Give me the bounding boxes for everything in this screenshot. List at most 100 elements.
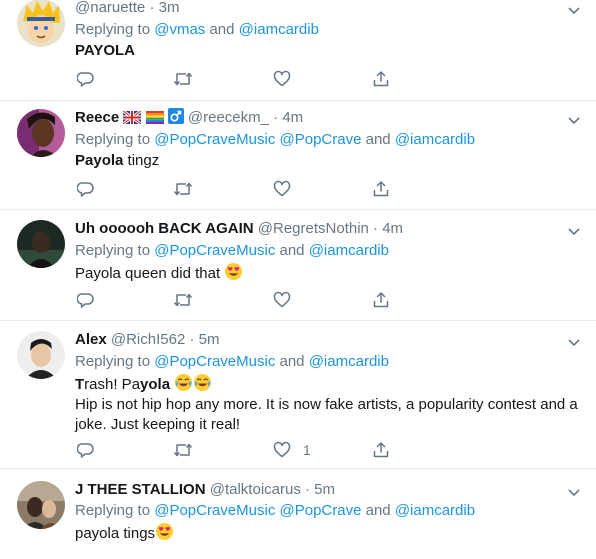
mention-joiner: and — [361, 502, 395, 519]
mention-joiner: and — [361, 131, 395, 148]
reply-button[interactable] — [77, 290, 95, 310]
chevron-down-icon[interactable] — [566, 223, 582, 239]
separator: · — [189, 331, 195, 348]
tweet-body-bold: yola — [140, 376, 171, 393]
separator: · — [149, 0, 155, 16]
handle[interactable]: @RichI562 — [111, 331, 185, 348]
display-name[interactable]: Alex — [75, 331, 107, 348]
chevron-down-icon[interactable] — [566, 2, 582, 18]
share-button[interactable] — [372, 440, 390, 460]
share-icon — [373, 181, 389, 197]
separator: · — [273, 109, 279, 126]
action-bar — [75, 69, 475, 89]
action-bar: 1 — [75, 440, 475, 460]
tweet-body-line1: Trash! Payola — [75, 373, 580, 395]
male-sign-icon — [167, 108, 184, 124]
reply-button[interactable] — [77, 69, 95, 89]
tweet[interactable]: Uh oooooh BACK AGAIN @RegretsNothin · 4m… — [0, 210, 596, 321]
mention-joiner: and — [275, 242, 309, 259]
reply-prefix: Replying to — [75, 21, 151, 38]
tweet[interactable]: Reece @reecekm_ · 4m Replying to @PopCra… — [0, 101, 596, 210]
like-icon — [273, 70, 291, 87]
replying-to: Replying to @PopCraveMusic @PopCrave and… — [75, 501, 475, 521]
handle[interactable]: @talktoicarus — [210, 481, 301, 498]
mention-link[interactable]: @PopCraveMusic — [154, 242, 275, 259]
timestamp[interactable]: 4m — [382, 220, 403, 237]
tweet-text: PAYOLA — [75, 41, 580, 61]
reply-button[interactable] — [77, 440, 95, 460]
avatar[interactable] — [17, 0, 65, 47]
mention-link[interactable]: @PopCrave — [280, 131, 362, 148]
handle[interactable]: @RegretsNothin — [258, 220, 369, 237]
handle[interactable]: @reecekm_ — [188, 109, 269, 126]
chevron-down-icon[interactable] — [566, 334, 582, 350]
timestamp[interactable]: 3m — [159, 0, 180, 16]
tweet-body-bold: T — [75, 376, 85, 393]
like-button[interactable]: 1 — [273, 440, 311, 460]
retweet-button[interactable] — [173, 69, 193, 89]
uk-flag-icon — [123, 111, 142, 124]
like-button[interactable] — [273, 69, 291, 89]
mention-link[interactable]: @PopCraveMusic — [154, 502, 275, 519]
avatar[interactable] — [17, 331, 65, 379]
reply-icon — [77, 443, 94, 458]
replying-to: Replying to @vmas and @iamcardib — [75, 20, 319, 40]
timestamp[interactable]: 4m — [282, 109, 303, 126]
mention-link[interactable]: @PopCraveMusic — [154, 353, 275, 370]
mention-link[interactable]: @iamcardib — [395, 131, 475, 148]
mention-link[interactable]: @iamcardib — [395, 502, 475, 519]
retweet-button[interactable] — [173, 290, 193, 310]
retweet-button[interactable] — [173, 179, 193, 199]
separator: · — [373, 220, 379, 237]
tweet-header: J THEE STALLION @talktoicarus · 5m — [75, 480, 335, 500]
share-button[interactable] — [372, 179, 390, 199]
reply-prefix: Replying to — [75, 131, 151, 148]
separator: · — [305, 481, 310, 498]
like-button[interactable] — [273, 290, 291, 310]
timestamp[interactable]: 5m — [199, 331, 220, 348]
tweet[interactable]: @naruette · 3m Replying to @vmas and @ia… — [0, 0, 596, 101]
tweet-body: payola tings — [75, 525, 156, 542]
mention-link[interactable]: @PopCrave — [280, 502, 362, 519]
avatar[interactable] — [17, 220, 65, 268]
reply-prefix: Replying to — [75, 502, 151, 519]
mention-link[interactable]: @iamcardib — [309, 242, 389, 259]
mention-joiner: and — [275, 353, 309, 370]
mention-joiner: and — [205, 21, 239, 38]
share-icon — [373, 442, 389, 458]
tweet-text: Payola queen did that — [75, 262, 580, 284]
tweet-text: Payola tingz — [75, 151, 580, 171]
retweet-button[interactable] — [173, 440, 193, 460]
action-bar — [75, 290, 475, 310]
share-icon — [373, 292, 389, 308]
mention-link[interactable]: @vmas — [154, 21, 205, 38]
avatar[interactable] — [17, 481, 65, 529]
mention-link[interactable]: @PopCraveMusic — [154, 131, 275, 148]
tweet[interactable]: Alex @RichI562 · 5m Replying to @PopCrav… — [0, 321, 596, 469]
share-button[interactable] — [372, 69, 390, 89]
chevron-down-icon[interactable] — [566, 484, 582, 500]
tweet-body: Payola queen did that — [75, 265, 221, 282]
reply-button[interactable] — [77, 179, 95, 199]
chevron-down-icon[interactable] — [566, 112, 582, 128]
tweet-text: payola tings — [75, 522, 580, 544]
tweet-header: Alex @RichI562 · 5m — [75, 330, 219, 350]
mention-link[interactable]: @iamcardib — [309, 353, 389, 370]
rainbow-flag-icon — [145, 111, 164, 124]
avatar[interactable] — [17, 109, 65, 157]
retweet-icon — [173, 293, 193, 307]
tweet-body-paragraph: Hip is not hip hop any more. It is now f… — [75, 396, 578, 433]
mention-link[interactable]: @iamcardib — [239, 21, 319, 38]
timestamp[interactable]: 5m — [314, 481, 335, 498]
display-name[interactable]: Reece — [75, 109, 119, 126]
tweet-header: Reece @reecekm_ · 4m — [75, 108, 303, 128]
tweet-body: tingz — [123, 152, 160, 169]
handle[interactable]: @naruette — [75, 0, 145, 16]
display-name[interactable]: J THEE STALLION — [75, 481, 206, 498]
share-button[interactable] — [372, 290, 390, 310]
tweet-feed: @naruette · 3m Replying to @vmas and @ia… — [0, 0, 596, 546]
reply-prefix: Replying to — [75, 242, 151, 259]
display-name[interactable]: Uh oooooh BACK AGAIN — [75, 220, 254, 237]
retweet-icon — [173, 182, 193, 196]
like-button[interactable] — [273, 179, 291, 199]
